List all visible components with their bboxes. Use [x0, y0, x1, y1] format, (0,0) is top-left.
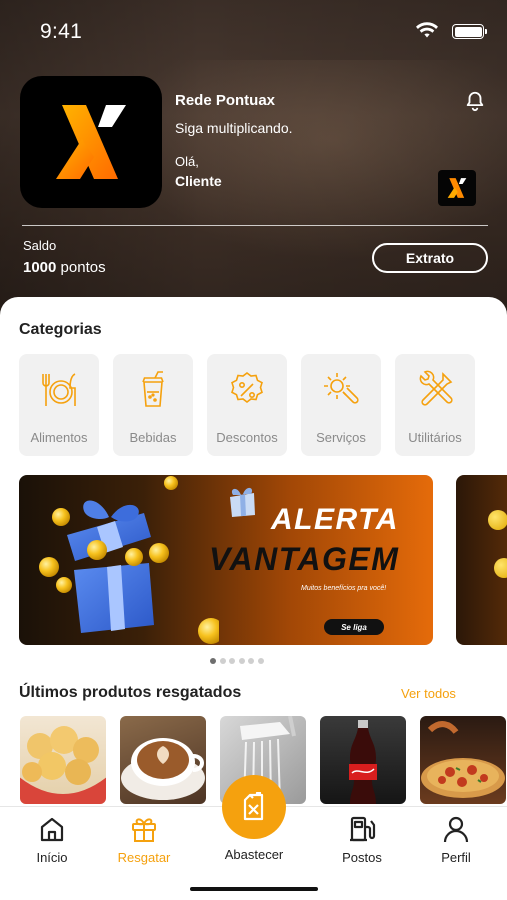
- nav-label: Postos: [342, 850, 382, 865]
- coin-icon: [494, 558, 507, 578]
- banner-title-line2: VANTAGEM: [209, 541, 400, 577]
- nav-label: Resgatar: [117, 850, 171, 865]
- greeting: Olá,: [175, 154, 199, 169]
- nav-item-postos[interactable]: Postos: [322, 815, 402, 865]
- utensils-icon: [42, 373, 76, 406]
- brand-logo: [20, 76, 162, 208]
- brand-slogan: Siga multiplicando.: [175, 120, 293, 136]
- statement-button[interactable]: Extrato: [372, 243, 488, 273]
- pontuax-x-small-icon: [447, 178, 467, 198]
- product-coca-cola[interactable]: [320, 716, 406, 804]
- carousel-dot[interactable]: [238, 658, 245, 664]
- carousel-dot[interactable]: [219, 658, 226, 664]
- fuel-can-icon: [243, 792, 264, 821]
- percent-badge-icon: [231, 372, 263, 403]
- category-descontos[interactable]: Descontos: [207, 354, 287, 456]
- header-divider: [22, 225, 488, 226]
- brand-name: Rede Pontuax: [175, 92, 276, 109]
- pizza-image: [421, 721, 505, 798]
- category-label: Utilitários: [408, 430, 462, 445]
- balance-label: Saldo: [23, 238, 57, 253]
- banner-subtitle: Muitos benefícios pra você!: [301, 585, 387, 592]
- category-bebidas[interactable]: Bebidas: [113, 354, 193, 456]
- small-gift-icon: [230, 487, 255, 517]
- gift-icon: [132, 818, 156, 842]
- coke-bottle-image: [349, 720, 377, 804]
- nav-item-resgatar[interactable]: Resgatar: [104, 815, 184, 865]
- status-bar: 9:41: [0, 0, 507, 60]
- nav-label-abastecer[interactable]: Abastecer: [214, 847, 294, 862]
- category-alimentos[interactable]: Alimentos: [19, 354, 99, 456]
- brand-info: Rede Pontuax Siga multiplicando. Olá, Cl…: [175, 92, 293, 189]
- next-banner-peek[interactable]: [456, 475, 507, 645]
- cappuccino-image: [121, 738, 205, 800]
- category-utilitarios[interactable]: Utilitários: [395, 354, 475, 456]
- product-pizza[interactable]: [420, 716, 506, 804]
- cheese-bread-image: [20, 726, 106, 804]
- nav-label: Perfil: [441, 850, 471, 865]
- categories-list: Alimentos Bebidas Descontos Serviços Uti…: [19, 354, 489, 456]
- balance-value: 1000: [23, 259, 57, 276]
- home-indicator: [190, 887, 318, 891]
- carousel-dots: [210, 658, 267, 664]
- user-name: Cliente: [175, 173, 222, 189]
- product-pao-de-queijo[interactable]: [20, 716, 106, 804]
- gift-box-illustration: [39, 476, 219, 644]
- carousel-dot[interactable]: [229, 658, 235, 664]
- refuel-fab[interactable]: [222, 775, 286, 839]
- balance-unit: pontos: [60, 259, 106, 276]
- cup-straw-icon: [142, 371, 164, 407]
- coin-icon: [488, 510, 507, 530]
- category-label: Descontos: [216, 430, 278, 445]
- categories-title: Categorias: [19, 321, 102, 338]
- category-label: Bebidas: [129, 430, 177, 445]
- pontuax-x-logo-icon: [56, 105, 126, 179]
- carousel-dot[interactable]: [248, 658, 254, 664]
- balance: Saldo 1000 pontos: [23, 238, 106, 276]
- nav-item-perfil[interactable]: Perfil: [416, 815, 496, 865]
- see-all-link[interactable]: Ver todos: [401, 686, 456, 701]
- nav-item-inicio[interactable]: Início: [12, 815, 92, 865]
- bottom-nav: Início Resgatar Abastecer Postos Perfil: [0, 775, 507, 900]
- gear-wrench-icon: [324, 373, 359, 404]
- category-servicos[interactable]: Serviços: [301, 354, 381, 456]
- carousel-dot[interactable]: [257, 658, 264, 664]
- banner-cta-button[interactable]: Se liga: [324, 619, 384, 635]
- carousel-dot[interactable]: [210, 658, 216, 664]
- user-icon: [443, 816, 469, 843]
- category-label: Alimentos: [30, 430, 88, 445]
- status-time: 9:41: [40, 20, 83, 43]
- products-title: Últimos produtos resgatados: [19, 684, 242, 701]
- bell-icon[interactable]: [464, 90, 486, 112]
- nav-label: Início: [36, 850, 68, 865]
- mini-brand-logo: [438, 170, 476, 206]
- battery-icon: [452, 24, 487, 39]
- banner-title-line1: ALERTA: [271, 503, 399, 536]
- wifi-icon: [416, 22, 438, 38]
- promo-banner[interactable]: ALERTA VANTAGEM Muitos benefícios pra vo…: [19, 475, 433, 645]
- home-icon: [40, 817, 64, 842]
- tools-icon: [419, 370, 453, 406]
- product-cappuccino[interactable]: [120, 716, 206, 804]
- category-label: Serviços: [316, 430, 366, 445]
- fuel-pump-icon: [350, 816, 376, 842]
